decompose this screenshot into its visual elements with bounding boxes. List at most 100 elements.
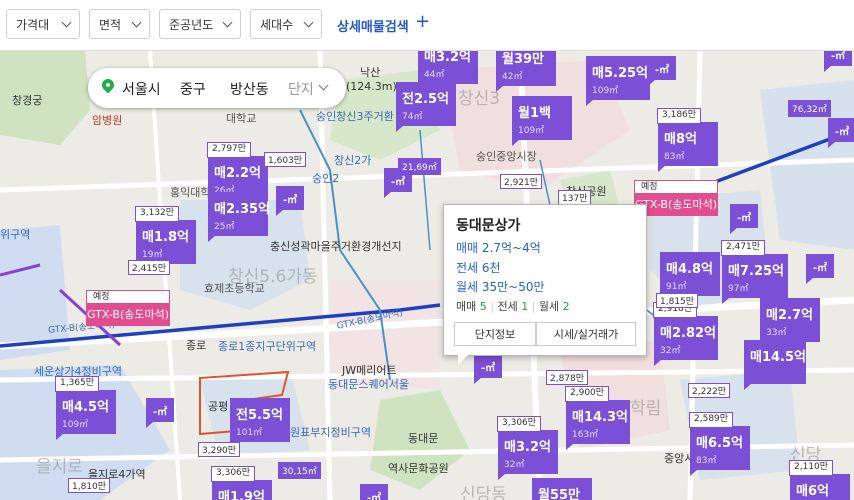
listing-marker[interactable]: 전2.5억 74㎡ — [396, 82, 456, 132]
listing-marker[interactable]: 매2.7억 33㎡ — [760, 298, 820, 348]
listing-marker[interactable]: 매4.8억 91㎡ — [660, 252, 720, 302]
listing-marker[interactable]: 3,306만 매3.2억 32㎡ — [497, 416, 558, 480]
marker-price: 월55만 — [538, 488, 581, 500]
listing-marker-small[interactable]: -㎡ — [648, 56, 676, 86]
listing-marker-small[interactable]: -㎡ — [828, 118, 854, 148]
marker-area: 101㎡ — [236, 428, 263, 438]
area-filter-button[interactable]: 면적 — [89, 9, 150, 39]
listing-marker[interactable]: 전5.5억 101㎡ — [230, 398, 290, 448]
marker-price: 매1.8억 — [142, 230, 189, 245]
listing-marker[interactable]: 매14.5억 — [744, 340, 806, 390]
breadcrumb-dong[interactable]: 방산동 — [230, 79, 269, 99]
price-filter-button[interactable]: 가격대 — [6, 9, 80, 39]
breadcrumb-complex[interactable]: 단지 — [288, 79, 314, 99]
chevron-down-icon[interactable] — [318, 80, 329, 91]
listing-marker[interactable]: 3,186만 매8억 83㎡ — [657, 108, 718, 172]
complex-info-button[interactable]: 단지정보 — [454, 322, 536, 346]
listing-marker[interactable]: 월1백 109㎡ — [512, 96, 572, 146]
complex-info-popup[interactable]: 동대문상가 매매 2.7억~4억 전세 6천 월세 35만~50만 매매 5 |… — [443, 204, 647, 365]
listing-marker-small[interactable]: -㎡ — [360, 484, 388, 500]
detail-search-link[interactable]: 상세매물검색 — [337, 16, 409, 35]
price-tag[interactable]: 137만 — [558, 190, 592, 205]
marker-price: 매3.2억 — [504, 440, 551, 455]
marker-price: 월1백 — [518, 106, 551, 121]
listing-marker-small[interactable]: -㎡ — [146, 398, 174, 428]
place-label: 숭인2 — [312, 172, 340, 185]
place-label: 숭인창신3주거환 — [316, 110, 394, 123]
price-tag[interactable]: 30,15㎡ — [278, 462, 321, 479]
households-filter-label: 세대수 — [260, 17, 294, 32]
marker-area: 109㎡ — [62, 420, 89, 430]
listing-marker[interactable]: 3,306만 매1.9억 — [211, 466, 272, 500]
marker-price: 매1.9억 — [218, 490, 265, 500]
price-tag[interactable]: 3,290만 — [198, 442, 241, 457]
marker-price: 매6억 — [796, 484, 829, 499]
marker-price: 매2.7억 — [766, 308, 813, 323]
listing-marker[interactable]: 2,110만 매6억 — [789, 460, 850, 500]
location-breadcrumb: 서울시 중구 방산동 단지 — [88, 68, 346, 108]
filter-bar: 가격대 면적 준공년도 세대수 상세매물검색 + — [0, 0, 854, 51]
listing-marker[interactable]: 3,132만 매1.8억 19㎡ — [135, 206, 196, 270]
breadcrumb-city[interactable]: 서울시 — [122, 79, 161, 99]
marker-area: 44㎡ — [424, 70, 445, 80]
price-tag[interactable]: 1,810만 — [68, 478, 111, 493]
marker-price: 매5.25억 — [592, 66, 648, 81]
marker-area: 109㎡ — [592, 86, 619, 96]
marker-price: 매4.8억 — [666, 262, 713, 277]
place-label: 암병원 — [92, 114, 123, 127]
listing-marker[interactable]: 2,589만 매6.5억 83㎡ — [689, 412, 750, 476]
line-badge-status: 예정 — [634, 180, 718, 194]
listing-marker[interactable]: 1,365만 매4.5억 109㎡ — [55, 376, 116, 440]
price-tag[interactable]: 21,69㎡ — [398, 158, 441, 175]
marker-price: 매2.2억 — [214, 166, 261, 181]
price-tag[interactable]: 2,415만 — [128, 260, 171, 275]
price-tag[interactable]: 1,815만 — [656, 293, 699, 308]
price-tag[interactable]: 2,878만 — [546, 370, 589, 385]
listing-marker[interactable]: 2,918만 매2.82억 32㎡ — [653, 302, 718, 366]
place-label: 숭인중앙시장 — [476, 150, 537, 163]
chevron-down-icon — [222, 17, 233, 28]
year-filter-button[interactable]: 준공년도 — [159, 9, 241, 39]
price-history-button[interactable]: 시세/실거래가 — [536, 322, 636, 346]
marker-unit-price: 2,589만 — [689, 412, 734, 428]
listing-marker-small[interactable]: -㎡ — [474, 354, 502, 384]
marker-area: 83㎡ — [696, 456, 717, 466]
breadcrumb-district[interactable]: 중구 — [180, 79, 206, 99]
count-jeonse: 1 — [521, 300, 529, 313]
listing-marker-small[interactable]: -㎡ — [806, 254, 834, 284]
marker-unit-price: 2,110만 — [789, 460, 834, 476]
marker-unit-price: 2,797만 — [207, 142, 252, 158]
households-filter-button[interactable]: 세대수 — [250, 9, 322, 39]
marker-area: 32㎡ — [504, 460, 525, 470]
marker-unit-price: 3,186만 — [657, 108, 702, 124]
listing-marker[interactable]: 2,900만 매14.3억 163㎡ — [565, 386, 630, 450]
price-tag[interactable]: 76,32㎡ — [788, 100, 831, 117]
plus-icon[interactable]: + — [415, 12, 430, 32]
place-label: (124.3m) — [346, 80, 397, 93]
price-tag[interactable]: 2,921만 — [500, 174, 543, 189]
place-label: 역사문화공원 — [388, 462, 449, 475]
area-filter-label: 면적 — [99, 17, 122, 32]
listing-marker[interactable]: 월55만 — [532, 478, 592, 500]
chevron-down-icon — [303, 17, 314, 28]
listing-marker[interactable]: 2,471만 매7.25억 97㎡ — [721, 240, 788, 304]
listing-marker-small[interactable]: -㎡ — [276, 186, 304, 216]
marker-price: 매8억 — [664, 132, 697, 147]
marker-price: 매2.35억 — [214, 202, 270, 217]
line-badge[interactable]: 예정 GTX-B(송도마석) — [86, 290, 170, 328]
marker-unit-price: 1,365만 — [55, 376, 100, 392]
marker-price: 매4.5억 — [62, 400, 109, 415]
price-tag[interactable]: 2,222만 — [688, 383, 731, 398]
price-tag[interactable]: 1,603만 — [264, 152, 307, 167]
place-label: 공평 — [208, 400, 229, 413]
year-filter-label: 준공년도 — [169, 17, 214, 32]
marker-unit-price: 3,306만 — [211, 466, 256, 482]
line-badge-name: GTX-B(송도마석) — [86, 304, 170, 326]
listing-marker[interactable]: 매2.35억 25㎡ — [208, 192, 270, 242]
place-label: 창신2가 — [334, 154, 372, 167]
monthly-price-range: 월세 35만~50만 — [456, 280, 545, 294]
listing-marker[interactable]: 매5.25억 109㎡ — [586, 56, 650, 106]
place-label: 홍익대학 — [170, 186, 211, 199]
listing-marker-small[interactable]: -㎡ — [730, 204, 758, 234]
place-label: 충신성곽마을주거환경개선지 — [270, 240, 402, 253]
